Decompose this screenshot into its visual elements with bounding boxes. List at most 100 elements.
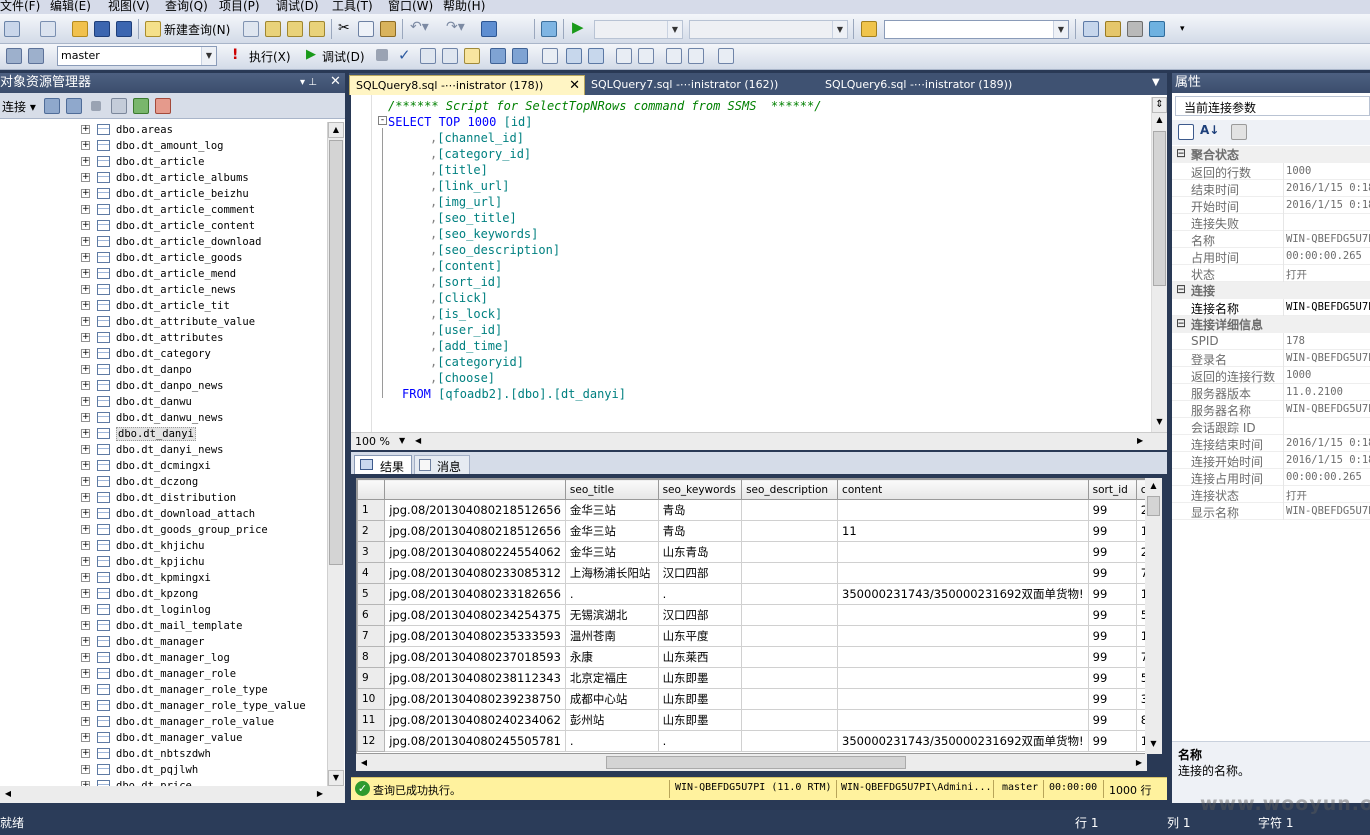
grid-scroll-thumb[interactable]	[1147, 496, 1160, 516]
column-header[interactable]	[384, 479, 566, 500]
property-category[interactable]: ⊟ 聚合状态	[1172, 146, 1370, 163]
tree-node-table[interactable]: + dbo.dt_article_goods	[0, 250, 330, 266]
grid-cell[interactable]	[837, 604, 1089, 626]
table-row[interactable]: 1008/201304080239238750.jpg成都中心站山东即墨993	[357, 688, 1161, 710]
refresh-icon[interactable]	[133, 98, 149, 114]
solution-config-combo[interactable]: ▼	[594, 20, 683, 39]
expand-icon[interactable]: +	[81, 157, 90, 166]
grid-cell[interactable]: 08/201304080245505781.jpg	[384, 730, 566, 752]
expand-icon[interactable]: +	[81, 477, 90, 486]
grid-cell[interactable]: .	[564, 583, 659, 605]
table-row[interactable]: 708/201304080235333593.jpg温州苍南山东平度991	[357, 625, 1161, 647]
property-row[interactable]: 连接状态 打开	[1172, 486, 1370, 503]
table-row[interactable]: 12 08/201304080245505781.jpg.. 35000023174…	[357, 730, 1161, 752]
grid-cell[interactable]: 99	[1087, 688, 1137, 710]
tree-scroll-thumb[interactable]	[329, 140, 343, 565]
connect-icon[interactable]	[6, 48, 22, 64]
property-row[interactable]: 名称 WIN-QBEFDG5U7PI	[1172, 231, 1370, 248]
expand-icon[interactable]: +	[81, 573, 90, 582]
grid-cell[interactable]: 山东青岛	[657, 541, 743, 563]
property-row[interactable]: 显示名称 WIN-QBEFDG5U7PI	[1172, 503, 1370, 520]
grid-cell[interactable]	[741, 709, 839, 731]
decrease-indent-icon[interactable]	[666, 48, 682, 64]
collapse-icon[interactable]: -	[378, 116, 387, 125]
collapse-icon[interactable]: ⊟	[1176, 316, 1186, 330]
tree-node-table[interactable]: + dbo.dt_manager_value	[0, 730, 330, 746]
expand-icon[interactable]: +	[81, 733, 90, 742]
expand-icon[interactable]: +	[81, 189, 90, 198]
row-number[interactable]: 7	[357, 625, 386, 647]
grid-cell[interactable]: 08/201304080234254375.jpg	[384, 604, 566, 626]
expand-icon[interactable]: +	[81, 381, 90, 390]
change-connection-icon[interactable]	[28, 48, 44, 64]
property-row[interactable]: 返回的连接行数 1000	[1172, 367, 1370, 384]
grid-cell[interactable]	[741, 646, 839, 668]
grid-cell[interactable]	[837, 541, 1089, 563]
property-row[interactable]: 返回的行数 1000	[1172, 163, 1370, 180]
grid-hscroll-thumb[interactable]	[606, 756, 906, 769]
tree-node-table[interactable]: + dbo.dt_pqjlwh	[0, 762, 330, 778]
tree-node-table[interactable]: + dbo.dt_mail_template	[0, 618, 330, 634]
grid-cell[interactable]: 汉口四部	[657, 604, 743, 626]
tree-node-table[interactable]: + dbo.dt_category	[0, 346, 330, 362]
grid-cell[interactable]	[837, 646, 1089, 668]
start-debug-icon[interactable]: ▶	[572, 18, 584, 36]
menu-item[interactable]: 编辑(E)	[50, 0, 91, 14]
grid-cell[interactable]	[741, 541, 839, 563]
expand-icon[interactable]: +	[81, 237, 90, 246]
increase-indent-icon[interactable]	[688, 48, 704, 64]
find-combo[interactable]: ▼	[884, 20, 1069, 39]
tree-node-table[interactable]: + dbo.dt_danyi_news	[0, 442, 330, 458]
results-to-grid-icon[interactable]	[566, 48, 582, 64]
grid-cell[interactable]: 08/201304080218512656.jpg	[384, 520, 566, 542]
grid-cell[interactable]	[837, 625, 1089, 647]
grid-cell[interactable]: 彭州站	[564, 709, 659, 731]
intellisense-icon[interactable]	[464, 48, 480, 64]
table-row[interactable]: 608/201304080234254375.jpg无锡滨湖北汉口四部995	[357, 604, 1161, 626]
grid-cell[interactable]: 99	[1087, 520, 1137, 542]
property-row[interactable]: 连接名称 WIN-QBEFDG5U7PI	[1172, 299, 1370, 316]
open-file-icon[interactable]	[72, 21, 88, 37]
grid-horizontal-scrollbar[interactable]: ◀ ▶	[356, 754, 1147, 771]
grid-cell[interactable]: 金华三站	[564, 499, 659, 521]
tree-node-table[interactable]: + dbo.dt_article_mend	[0, 266, 330, 282]
zoom-dropdown-icon[interactable]: ▼	[399, 436, 405, 445]
grid-cell[interactable]: 99	[1087, 499, 1137, 521]
row-number[interactable]: 9	[357, 667, 386, 689]
expand-icon[interactable]: +	[81, 349, 90, 358]
collapse-icon[interactable]: ⊟	[1176, 282, 1186, 296]
parse-icon[interactable]: ✓	[398, 46, 411, 64]
row-number[interactable]: 12	[357, 730, 386, 752]
connect-object-icon[interactable]	[44, 98, 60, 114]
comment-out-icon[interactable]	[616, 48, 632, 64]
expand-icon[interactable]: +	[81, 701, 90, 710]
tab-results[interactable]: 结果	[354, 455, 412, 474]
grid-cell[interactable]: 金华三站	[564, 541, 659, 563]
expand-icon[interactable]: +	[81, 221, 90, 230]
grid-cell[interactable]: 北京定福庄	[564, 667, 659, 689]
expand-icon[interactable]: +	[81, 621, 90, 630]
property-row[interactable]: 开始时间 2016/1/15 0:18	[1172, 197, 1370, 214]
redo-icon[interactable]: ↷▾	[446, 19, 465, 35]
row-number[interactable]: 8	[357, 646, 386, 668]
grid-cell[interactable]: 350000231743/350000231692双面单货物!	[837, 583, 1089, 605]
new-project-icon[interactable]	[4, 21, 20, 37]
property-row[interactable]: 状态 打开	[1172, 265, 1370, 282]
tree-node-table[interactable]: + dbo.dt_manager_role_value	[0, 714, 330, 730]
grid-cell[interactable]: 山东莱西	[657, 646, 743, 668]
tree-node-table[interactable]: + dbo.dt_dczong	[0, 474, 330, 490]
table-row[interactable]: 5 08/201304080233182656.jpg.. 350000231743…	[357, 583, 1161, 605]
grid-cell[interactable]: 99	[1087, 562, 1137, 584]
tree-node-table[interactable]: + dbo.dt_kpzong	[0, 586, 330, 602]
tree-node-table[interactable]: + dbo.dt_danwu_news	[0, 410, 330, 426]
grid-cell[interactable]	[837, 562, 1089, 584]
expand-icon[interactable]: +	[81, 269, 90, 278]
row-number[interactable]: 1	[357, 499, 386, 521]
close-icon[interactable]: ✕	[330, 72, 341, 92]
toolbox-icon[interactable]	[1149, 21, 1165, 37]
tree-node-table[interactable]: + dbo.dt_goods_group_price	[0, 522, 330, 538]
menu-item[interactable]: 调试(D)	[276, 0, 319, 14]
disconnect-icon[interactable]	[66, 98, 82, 114]
grid-cell[interactable]: 08/201304080224554062.jpg	[384, 541, 566, 563]
mdx-query-icon[interactable]	[287, 21, 303, 37]
